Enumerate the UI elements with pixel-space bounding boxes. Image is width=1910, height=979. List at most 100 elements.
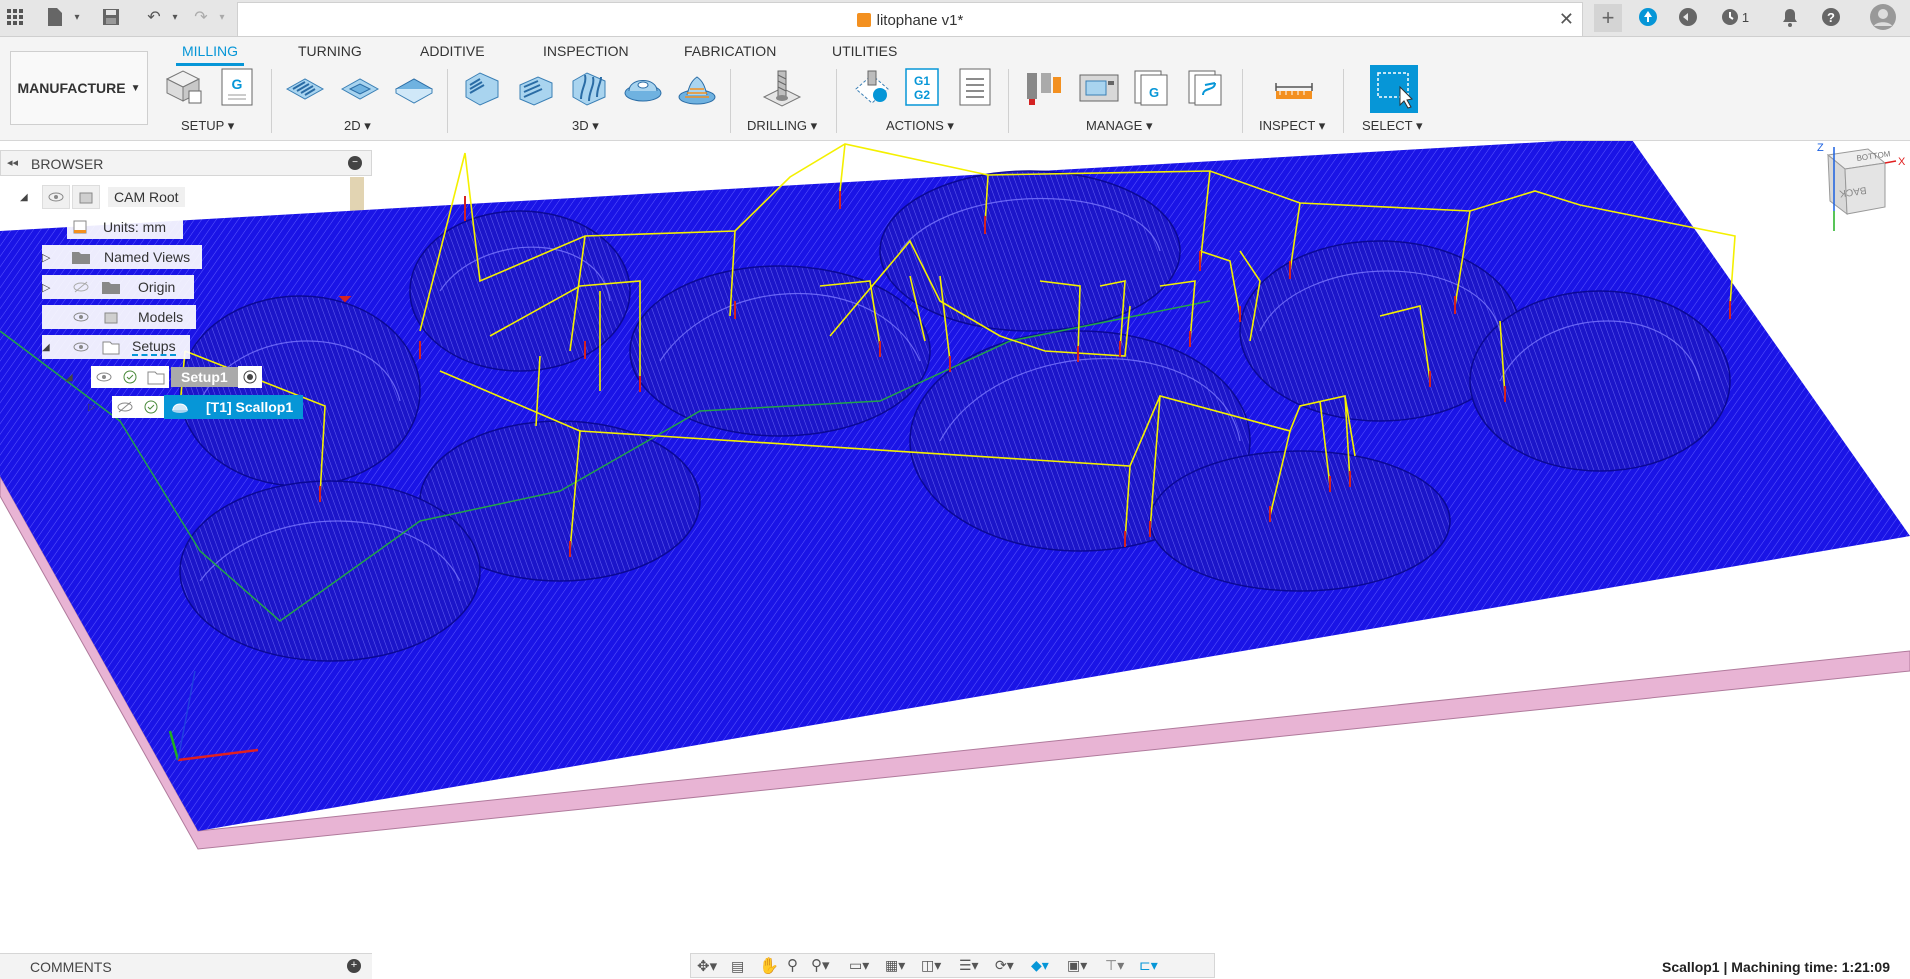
3d-scallop-icon[interactable] (623, 67, 663, 107)
viewports-icon[interactable]: ◫▾ (921, 957, 941, 974)
3d-pocket-icon[interactable] (516, 67, 556, 107)
hidden-eye-icon[interactable] (68, 276, 94, 298)
setup-icon (143, 366, 169, 388)
new-setup-icon[interactable] (163, 67, 203, 107)
help-icon[interactable]: ? (1820, 6, 1842, 28)
browser-minimize-icon[interactable]: − (348, 156, 362, 170)
extensions-icon[interactable] (1637, 6, 1659, 28)
setup-group-label[interactable]: SETUP ▾ (181, 118, 234, 134)
zoom-icon[interactable]: ⚲ (787, 956, 798, 974)
file-menu-chevron-icon[interactable]: ▾ (66, 6, 88, 28)
tab-milling[interactable]: MILLING (175, 43, 245, 66)
cam-root-label: CAM Root (108, 187, 185, 207)
orbit-icon[interactable]: ✥▾ (697, 957, 717, 975)
expand-toggle-icon[interactable]: ▷ (42, 251, 68, 264)
simulate-icon[interactable] (852, 67, 892, 107)
avatar[interactable] (1870, 4, 1896, 30)
tab-utilities[interactable]: UTILITIES (832, 43, 897, 59)
tab-inspection[interactable]: INSPECTION (543, 43, 629, 59)
scallop1-selected[interactable]: [T1] Scallop1 (164, 395, 304, 419)
tool-library-icon[interactable] (1023, 67, 1063, 107)
2d-pocket-icon[interactable] (340, 67, 380, 107)
drill-icon[interactable] (760, 67, 802, 107)
stock-display-icon[interactable]: ☰▾ (959, 957, 979, 974)
tab-additive[interactable]: ADDITIVE (420, 43, 485, 59)
close-tab-icon[interactable]: ✕ (1559, 9, 1574, 30)
app-grid-icon[interactable] (4, 6, 26, 28)
visual-style-icon[interactable]: ◆▾ (1031, 957, 1049, 974)
pan-icon[interactable]: ✋ (759, 956, 779, 976)
tree-node-models[interactable]: Models (42, 305, 196, 329)
hidden-eye-icon[interactable] (112, 396, 138, 418)
activate-radio-icon[interactable] (237, 366, 262, 388)
add-comment-icon[interactable]: + (347, 959, 361, 973)
tree-node-scallop1[interactable]: ▷ [T1] Scallop1 (88, 395, 312, 419)
file-icon[interactable] (44, 6, 66, 28)
display-settings-icon[interactable]: ▭▾ (849, 957, 869, 974)
new-tab-icon[interactable]: + (1594, 4, 1622, 32)
tree-node-cam-root[interactable]: ◢ CAM Root (20, 185, 194, 209)
view-cube[interactable]: BOTTOM BACK X Z (1817, 142, 1906, 231)
look-at-icon[interactable]: ▤ (731, 958, 744, 975)
tree-node-named-views[interactable]: ▷ Named Views (42, 245, 202, 269)
tree-node-origin[interactable]: ▷ Origin (42, 275, 194, 299)
tab-turning[interactable]: TURNING (298, 43, 362, 59)
browser-panel-header[interactable]: ◂◂ BROWSER − (0, 150, 372, 176)
visibility-eye-icon[interactable] (68, 306, 94, 328)
undo-icon[interactable]: ↶ (143, 6, 165, 28)
save-icon[interactable] (100, 6, 122, 28)
post-library-icon[interactable] (1187, 67, 1227, 107)
3d-parallel-icon[interactable] (677, 67, 717, 107)
expand-toggle-icon[interactable]: ▷ (42, 281, 68, 294)
undo-chevron-icon[interactable]: ▾ (164, 6, 186, 28)
manage-group-label[interactable]: MANAGE ▾ (1086, 118, 1152, 134)
expand-toggle-icon[interactable]: ◢ (20, 192, 42, 203)
expand-toggle-icon[interactable]: ◢ (65, 372, 91, 383)
visibility-eye-icon[interactable] (91, 366, 117, 388)
select-icon[interactable] (1370, 65, 1418, 113)
navigation-bar: ✥▾ ▤ ✋ ⚲ ⚲▾ ▭▾ ▦▾ ◫▾ ☰▾ ⟳▾ ◆▾ ▣▾ ⊤▾ ⊏▾ (690, 953, 1215, 978)
tool-display-icon[interactable]: ⊤▾ (1105, 957, 1124, 974)
2d-adaptive-icon[interactable] (285, 67, 325, 107)
2d-group-label[interactable]: 2D ▾ (344, 118, 371, 134)
redo-icon[interactable]: ↷ (190, 6, 212, 28)
3d-adaptive-icon[interactable] (462, 67, 502, 107)
select-group-label[interactable]: SELECT ▾ (1362, 118, 1422, 134)
clock-icon[interactable]: 1 (1717, 6, 1753, 28)
rotate-icon[interactable]: ⟳▾ (995, 957, 1014, 974)
inspect-group-label[interactable]: INSPECT ▾ (1259, 118, 1325, 134)
tree-node-setup1[interactable]: ◢ Setup1 (65, 365, 275, 389)
machine-library-icon[interactable] (1078, 67, 1119, 107)
redo-chevron-icon[interactable]: ▾ (211, 6, 233, 28)
expand-toggle-icon[interactable]: ▷ (88, 402, 112, 413)
job-count: 1 (1741, 9, 1750, 25)
fit-icon[interactable]: ⚲▾ (811, 956, 830, 974)
tab-fabrication[interactable]: FABRICATION (684, 43, 776, 59)
inspect-label-text: INSPECT (1259, 118, 1316, 133)
visibility-eye-icon[interactable] (42, 185, 70, 209)
visibility-eye-icon[interactable] (68, 336, 94, 358)
notification-bell-icon[interactable] (1779, 6, 1801, 28)
template-library-icon[interactable]: G (1133, 67, 1173, 107)
collapse-browser-icon[interactable]: ◂◂ (7, 156, 18, 169)
3d-group-label[interactable]: 3D ▾ (572, 118, 599, 134)
nc-program-icon[interactable]: G (220, 67, 260, 107)
2d-face-icon[interactable] (394, 67, 434, 107)
grid-settings-icon[interactable]: ▦▾ (885, 957, 905, 974)
actions-group-label[interactable]: ACTIONS ▾ (886, 118, 954, 134)
post-process-icon[interactable]: G1 G2 (904, 67, 944, 107)
workspace-switcher[interactable]: MANUFACTURE ▼ (10, 51, 148, 125)
expand-toggle-icon[interactable]: ◢ (42, 342, 68, 353)
simulation-display-icon[interactable]: ▣▾ (1067, 957, 1087, 974)
document-tab[interactable]: litophane v1* ✕ (237, 2, 1583, 36)
measure-icon[interactable] (1272, 67, 1313, 107)
3d-contour-icon[interactable] (569, 67, 609, 107)
comments-panel[interactable]: COMMENTS + (0, 953, 372, 979)
toolpath-display-icon[interactable]: ⊏▾ (1139, 957, 1158, 974)
tree-node-units[interactable]: Units: mm (67, 215, 183, 239)
3d-viewport[interactable]: BOTTOM BACK X Z (0, 141, 1910, 952)
setup-sheet-icon[interactable] (958, 67, 998, 107)
drilling-group-label[interactable]: DRILLING ▾ (747, 118, 817, 134)
tree-node-setups[interactable]: ◢ Setups (42, 335, 190, 359)
job-status-icon[interactable] (1677, 6, 1699, 28)
